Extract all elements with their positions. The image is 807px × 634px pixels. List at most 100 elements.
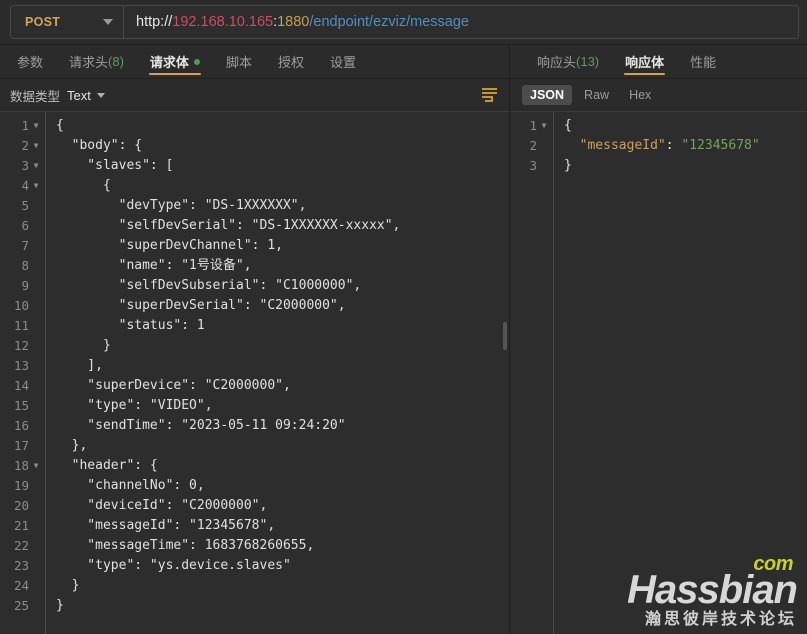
line-number-value: 16 [13, 418, 29, 433]
fold-triangle-icon[interactable]: ▼ [31, 136, 41, 156]
tab-request-4[interactable]: 脚本 [213, 45, 265, 78]
response-pane: 响应头 (13) 响应体 性能 JSON Raw Hex 1 ▼ 2 3 { "messageI… [510, 45, 807, 634]
line-number: 3 ▼ [0, 156, 45, 176]
line-number-value: 3 [21, 158, 29, 173]
tab-request-5[interactable]: 授权 [265, 45, 317, 78]
line-number-value: 22 [13, 538, 29, 553]
request-body-toolbar: 数据类型 Text [0, 79, 509, 111]
code-line: "selfDevSubserial": "C1000000", [56, 278, 362, 293]
tab-count: (13) [576, 54, 600, 69]
line-number: 2 [510, 136, 553, 156]
url-host: 192.168.10.165 [172, 14, 274, 30]
line-number-value: 1 [21, 118, 29, 133]
line-number-value: 9 [21, 278, 29, 293]
code-line: "status": 1 [56, 318, 205, 333]
fold-triangle-icon[interactable]: ▼ [31, 456, 41, 476]
line-number-value: 24 [13, 578, 29, 593]
line-number: 11 [0, 316, 45, 336]
tab-response-2[interactable]: 响应体 [612, 45, 677, 78]
request-scrollbar-thumb[interactable] [503, 322, 507, 350]
line-number: 5 [0, 196, 45, 216]
response-body-code[interactable]: { "messageId": "12345678"} [554, 112, 807, 634]
response-mode-json[interactable]: JSON [522, 85, 573, 105]
line-number-value: 21 [13, 518, 29, 533]
tab-request-1[interactable]: 参数 [4, 45, 56, 78]
request-gutter: 1 ▼ 2 ▼ 3 ▼ 4 ▼ 5 6 7 8 9 10 11 12 13 14 15 16 17 18 ▼ 19 20 21 22… [0, 112, 46, 634]
line-number-value: 3 [529, 158, 537, 173]
code-line: "body": { [56, 138, 143, 153]
request-url-bar: POST http://192.168.10.165:1880/endpoint… [0, 0, 807, 45]
code-line: "type": "ys.device.slaves" [56, 558, 291, 573]
code-line: "selfDevSerial": "DS-1XXXXXX-xxxxx", [56, 218, 401, 233]
fold-triangle-icon[interactable]: ▼ [31, 156, 41, 176]
code-line: "messageTime": 1683768260655, [56, 538, 315, 553]
http-method-value: POST [25, 15, 61, 29]
url-input[interactable]: http://192.168.10.165:1880/endpoint/ezvi… [124, 6, 798, 38]
response-body-editor[interactable]: 1 ▼ 2 3 { "messageId": "12345678"} [510, 111, 807, 634]
line-number: 12 [0, 336, 45, 356]
datatype-value[interactable]: Text [67, 88, 91, 103]
response-mode-hex[interactable]: Hex [621, 85, 659, 105]
main-split: 参数 请求头 (8) 请求体 脚本 授权 设置 数据类型 Text 1 ▼ 2 ▼ 3 ▼ 4 ▼ 5 6 7 8… [0, 45, 807, 634]
code-line: "header": { [56, 458, 158, 473]
datatype-label: 数据类型 [10, 89, 61, 104]
line-number: 14 [0, 376, 45, 396]
line-number: 6 [0, 216, 45, 236]
code-line: { [56, 178, 111, 193]
json-separator: : [665, 138, 682, 153]
code-line: "deviceId": "C2000000", [56, 498, 268, 513]
line-number: 23 [0, 556, 45, 576]
tab-response-3[interactable]: 性能 [677, 45, 729, 78]
line-number-value: 11 [13, 318, 29, 333]
code-line: { [56, 118, 64, 133]
request-scrollbar[interactable] [500, 112, 509, 634]
fold-triangle-icon[interactable]: ▼ [539, 116, 549, 136]
line-number-value: 5 [21, 198, 29, 213]
code-line: "superDevice": "C2000000", [56, 378, 291, 393]
code-line: "messageId": "12345678" [564, 136, 807, 156]
response-mode-raw[interactable]: Raw [576, 85, 617, 105]
line-number: 15 [0, 396, 45, 416]
line-number-value: 19 [13, 478, 29, 493]
tab-request-3[interactable]: 请求体 [137, 45, 213, 78]
line-number-value: 12 [13, 338, 29, 353]
request-body-code[interactable]: { "body": { "slaves": [ { "devType": "DS… [46, 112, 509, 634]
line-number: 21 [0, 516, 45, 536]
tab-request-6[interactable]: 设置 [317, 45, 369, 78]
fold-triangle-icon[interactable]: ▼ [31, 176, 41, 196]
line-number: 22 [0, 536, 45, 556]
line-number: 19 [0, 476, 45, 496]
http-method-select[interactable]: POST [11, 6, 124, 38]
line-number: 4 ▼ [0, 176, 45, 196]
code-line: "type": "VIDEO", [56, 398, 213, 413]
code-line: } [56, 338, 111, 353]
line-number: 1 ▼ [510, 116, 553, 136]
line-number: 8 [0, 256, 45, 276]
line-number-value: 17 [13, 438, 29, 453]
line-number: 1 ▼ [0, 116, 45, 136]
line-number: 17 [0, 436, 45, 456]
tab-request-2[interactable]: 请求头 (8) [56, 45, 137, 78]
format-code-icon[interactable] [481, 87, 499, 103]
code-line: "devType": "DS-1XXXXXX", [56, 198, 307, 213]
code-line: "superDevChannel": 1, [56, 238, 283, 253]
tab-label: 响应头 [537, 55, 577, 70]
modified-dot-icon [193, 58, 200, 65]
tab-count: (8) [108, 54, 124, 69]
tab-response-1[interactable]: 响应头 (13) [524, 45, 612, 78]
code-line: "sendTime": "2023-05-11 09:24:20" [56, 418, 346, 433]
line-number: 20 [0, 496, 45, 516]
json-brace: } [564, 158, 572, 173]
line-number-value: 25 [13, 598, 29, 613]
chevron-down-icon[interactable] [96, 92, 105, 98]
code-line: { [564, 116, 807, 136]
url-scheme: http:// [136, 14, 173, 30]
json-key: "messageId" [579, 138, 666, 153]
line-number: 9 [0, 276, 45, 296]
request-body-editor[interactable]: 1 ▼ 2 ▼ 3 ▼ 4 ▼ 5 6 7 8 9 10 11 12 13 14 15 16 17 18 ▼ 19 20 21 22… [0, 111, 509, 634]
api-client-window: POST http://192.168.10.165:1880/endpoint… [0, 0, 807, 634]
line-number-value: 1 [529, 118, 537, 133]
fold-triangle-icon[interactable]: ▼ [31, 116, 41, 136]
line-number: 25 [0, 596, 45, 616]
